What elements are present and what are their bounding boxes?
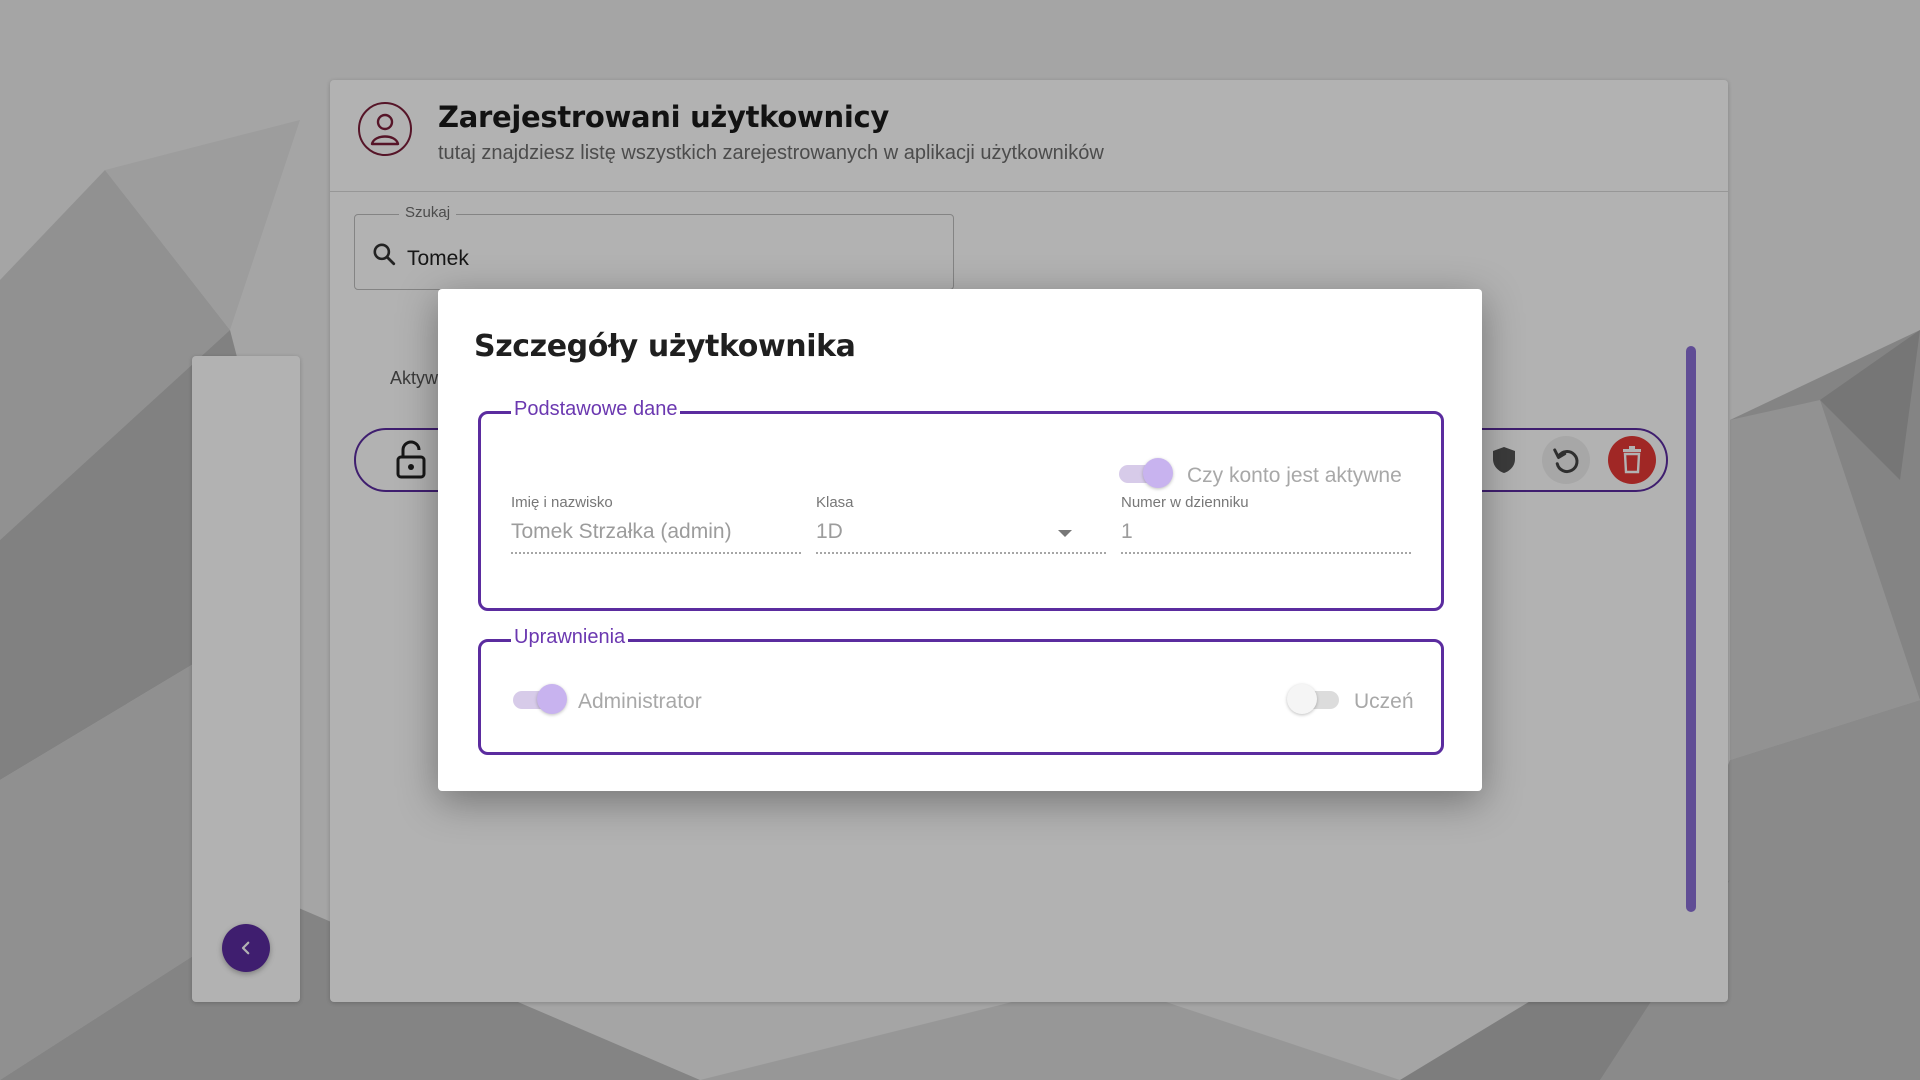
student-label: Uczeń [1354, 690, 1414, 713]
class-label: Klasa [816, 494, 854, 511]
administrator-label: Administrator [578, 690, 702, 713]
administrator-toggle[interactable] [511, 683, 567, 714]
student-toggle[interactable] [1287, 683, 1343, 714]
dialog-title: Szczegóły użytkownika [474, 329, 856, 364]
caret-down-icon[interactable] [1058, 530, 1072, 537]
basic-data-section: Podstawowe dane Czy konto jest aktywne I… [478, 398, 1444, 611]
name-field[interactable]: Tomek Strzałka (admin) [511, 520, 732, 544]
class-underline [816, 552, 1106, 554]
number-underline [1121, 552, 1411, 554]
name-label: Imię i nazwisko [511, 494, 613, 511]
permissions-section: Uprawnienia Administrator Uczeń [478, 626, 1444, 755]
name-underline [511, 552, 801, 554]
account-active-label: Czy konto jest aktywne [1187, 464, 1402, 487]
number-field[interactable]: 1 [1121, 520, 1133, 544]
basic-data-legend: Podstawowe dane [511, 398, 681, 421]
permissions-legend: Uprawnienia [511, 626, 629, 649]
account-active-toggle[interactable] [1117, 457, 1173, 488]
user-details-dialog: Szczegóły użytkownika Podstawowe dane Cz… [438, 289, 1482, 791]
class-select[interactable]: 1D [816, 520, 843, 544]
number-label: Numer w dzienniku [1121, 494, 1249, 511]
